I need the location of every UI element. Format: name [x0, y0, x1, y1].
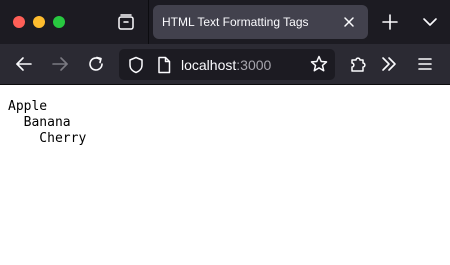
title-bar: HTML Text Formatting Tags — [0, 0, 450, 44]
double-chevron-icon[interactable] — [379, 54, 399, 74]
forward-arrow-icon[interactable] — [50, 54, 70, 74]
hamburger-menu-icon[interactable] — [415, 54, 435, 74]
url-host: localhost — [181, 57, 237, 73]
address-bar[interactable]: localhost:3000 — [119, 49, 335, 80]
window-maximize-button[interactable] — [53, 16, 65, 28]
shield-icon[interactable] — [126, 55, 146, 75]
star-icon[interactable] — [309, 54, 329, 74]
tab-divider — [148, 0, 149, 44]
text-line: Apple — [8, 99, 48, 114]
url-text[interactable]: localhost:3000 — [181, 57, 271, 73]
tabs-overview-icon[interactable] — [116, 12, 136, 32]
preformatted-text: Apple Banana Cherry — [8, 99, 86, 147]
puzzle-icon[interactable] — [348, 54, 368, 74]
tab-active[interactable]: HTML Text Formatting Tags — [153, 5, 368, 39]
window-close-button[interactable] — [13, 16, 25, 28]
navigation-toolbar: localhost:3000 — [0, 44, 450, 85]
back-arrow-icon[interactable] — [14, 54, 34, 74]
chevron-down-icon[interactable] — [421, 14, 439, 30]
page-content: Apple Banana Cherry — [0, 86, 450, 265]
text-line: Cherry — [8, 131, 87, 146]
text-line: Banana — [8, 115, 71, 130]
tab-title: HTML Text Formatting Tags — [162, 15, 309, 29]
window-minimize-button[interactable] — [33, 16, 45, 28]
close-icon[interactable] — [341, 14, 357, 30]
url-port: :3000 — [236, 57, 272, 73]
page-icon[interactable] — [154, 55, 174, 75]
plus-icon[interactable] — [381, 13, 399, 31]
reload-icon[interactable] — [86, 54, 106, 74]
